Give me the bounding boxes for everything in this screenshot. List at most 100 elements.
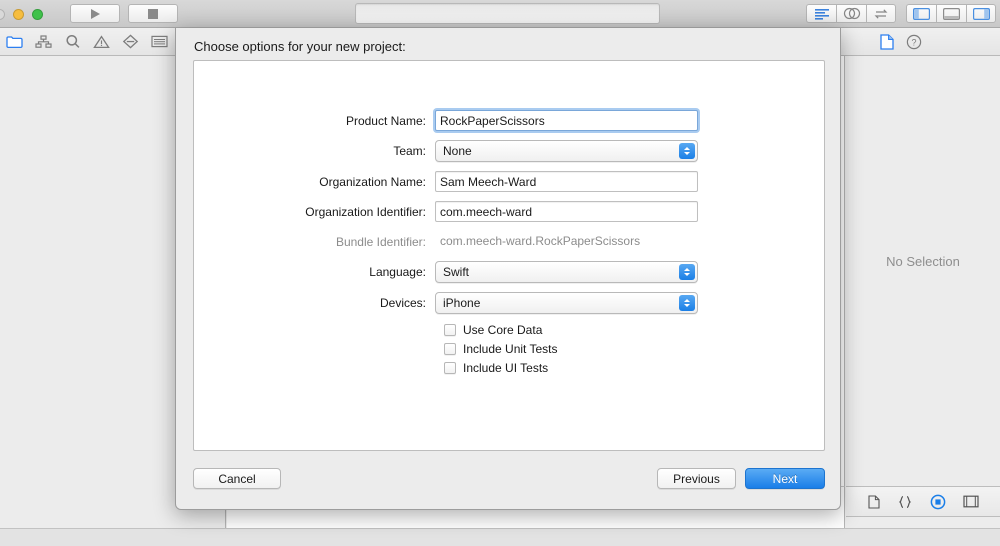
- project-option-checkboxes: Use Core Data Include Unit Tests Include…: [194, 323, 826, 375]
- checkbox-row-include-unit-tests[interactable]: Include Unit Tests: [194, 342, 826, 356]
- window-bottom-strip: [0, 528, 1000, 546]
- inspector-panel[interactable]: No Selection: [846, 56, 1000, 528]
- quick-help-tab[interactable]: ?: [906, 34, 922, 50]
- sheet-title: Choose options for your new project:: [194, 39, 406, 54]
- devices-popup-button[interactable]: iPhone: [435, 292, 698, 314]
- product-name-input[interactable]: [435, 110, 698, 131]
- assistant-editor-button[interactable]: [836, 4, 866, 23]
- bundle-identifier-value: com.meech-ward.RockPaperScissors: [435, 231, 698, 252]
- object-library-button[interactable]: [930, 494, 946, 510]
- devices-label: Devices:: [194, 296, 435, 310]
- language-popup-button[interactable]: Swift: [435, 261, 698, 283]
- xcode-window: ? No Selection: [0, 0, 1000, 546]
- stop-button[interactable]: [128, 4, 178, 23]
- quick-help-icon: ?: [906, 34, 922, 50]
- version-editor-button[interactable]: [866, 4, 896, 23]
- toggle-debug-area-icon: [943, 8, 960, 20]
- form-row-organization-name: Organization Name:: [194, 171, 826, 192]
- toggle-navigator-button[interactable]: [906, 4, 936, 23]
- editor-mode-segment: [806, 4, 896, 23]
- editor-and-view-toggles: [806, 4, 996, 23]
- language-label: Language:: [194, 265, 435, 279]
- cancel-button[interactable]: Cancel: [193, 468, 281, 489]
- toggle-navigator-icon: [913, 8, 930, 20]
- include-unit-tests-label: Include Unit Tests: [463, 342, 558, 356]
- media-library-button[interactable]: [963, 495, 979, 508]
- team-popup-button[interactable]: None: [435, 140, 698, 162]
- object-library-icon: [930, 494, 946, 510]
- include-ui-tests-label: Include UI Tests: [463, 361, 548, 375]
- bundle-identifier-label: Bundle Identifier:: [194, 235, 435, 249]
- organization-name-input[interactable]: [435, 171, 698, 192]
- warning-icon: [93, 35, 110, 49]
- form-row-product-name: Product Name:: [194, 110, 826, 131]
- library-selector-bar: [846, 486, 1000, 517]
- code-snippet-icon: [897, 495, 913, 509]
- file-inspector-tab[interactable]: [880, 34, 894, 50]
- devices-value: iPhone: [443, 293, 480, 314]
- project-options-form: Product Name: Team: None: [194, 110, 826, 380]
- file-template-library-button[interactable]: [868, 495, 880, 509]
- use-core-data-checkbox[interactable]: [444, 324, 456, 336]
- standard-editor-button[interactable]: [806, 4, 836, 23]
- window-titlebar: [0, 0, 1000, 28]
- toggle-inspector-button[interactable]: [966, 4, 996, 23]
- version-editor-icon: [873, 8, 889, 20]
- project-navigator-tab[interactable]: [0, 28, 29, 55]
- team-stepper-arrows-icon: [679, 143, 695, 159]
- code-snippet-library-button[interactable]: [897, 495, 913, 509]
- debug-navigator-tab[interactable]: [145, 28, 174, 55]
- navigator-tab-bar: [0, 28, 203, 55]
- options-panel: Product Name: Team: None: [193, 60, 825, 451]
- view-toggle-segment: [906, 4, 996, 23]
- run-button[interactable]: [70, 4, 120, 23]
- use-core-data-label: Use Core Data: [463, 323, 542, 337]
- zoom-window-button[interactable]: [32, 9, 43, 20]
- file-template-icon: [868, 495, 880, 509]
- media-library-icon: [963, 495, 979, 508]
- toggle-inspector-icon: [973, 8, 990, 20]
- assistant-editor-icon: [842, 7, 862, 20]
- organization-identifier-label: Organization Identifier:: [194, 205, 435, 219]
- checkbox-row-use-core-data[interactable]: Use Core Data: [194, 323, 826, 337]
- include-unit-tests-checkbox[interactable]: [444, 343, 456, 355]
- devices-stepper-arrows-icon: [679, 295, 695, 311]
- previous-button[interactable]: Previous: [657, 468, 736, 489]
- new-project-options-sheet: Choose options for your new project: Pro…: [175, 28, 841, 510]
- file-inspector-icon: [880, 34, 894, 50]
- hierarchy-icon: [35, 35, 52, 49]
- folder-icon: [6, 35, 23, 49]
- form-row-devices: Devices: iPhone: [194, 292, 826, 314]
- diamond-icon: [122, 34, 139, 49]
- product-name-label: Product Name:: [194, 114, 435, 128]
- run-controls: [70, 4, 178, 23]
- search-icon: [65, 34, 81, 49]
- include-ui-tests-checkbox[interactable]: [444, 362, 456, 374]
- form-row-language: Language: Swift: [194, 261, 826, 283]
- language-value: Swift: [443, 262, 469, 283]
- inspector-empty-state: No Selection: [846, 254, 1000, 269]
- svg-text:?: ?: [911, 37, 916, 47]
- team-label: Team:: [194, 144, 435, 158]
- test-navigator-tab[interactable]: [116, 28, 145, 55]
- organization-identifier-input[interactable]: [435, 201, 698, 222]
- symbol-navigator-tab[interactable]: [29, 28, 58, 55]
- organization-name-label: Organization Name:: [194, 175, 435, 189]
- run-icon: [91, 9, 100, 19]
- minimize-window-button[interactable]: [13, 9, 24, 20]
- issue-navigator-tab[interactable]: [87, 28, 116, 55]
- team-value: None: [443, 141, 472, 162]
- close-window-button[interactable]: [0, 9, 5, 20]
- checkbox-row-include-ui-tests[interactable]: Include UI Tests: [194, 361, 826, 375]
- find-navigator-tab[interactable]: [58, 28, 87, 55]
- activity-status-field: [355, 3, 660, 24]
- test-list-icon: [151, 35, 168, 48]
- form-row-bundle-identifier: Bundle Identifier: com.meech-ward.RockPa…: [194, 231, 826, 252]
- traffic-lights: [0, 9, 43, 20]
- stop-icon: [148, 9, 158, 19]
- language-stepper-arrows-icon: [679, 264, 695, 280]
- form-row-team: Team: None: [194, 140, 826, 162]
- toggle-debug-area-button[interactable]: [936, 4, 966, 23]
- editor-lines-icon: [814, 8, 830, 20]
- next-button[interactable]: Next: [745, 468, 825, 489]
